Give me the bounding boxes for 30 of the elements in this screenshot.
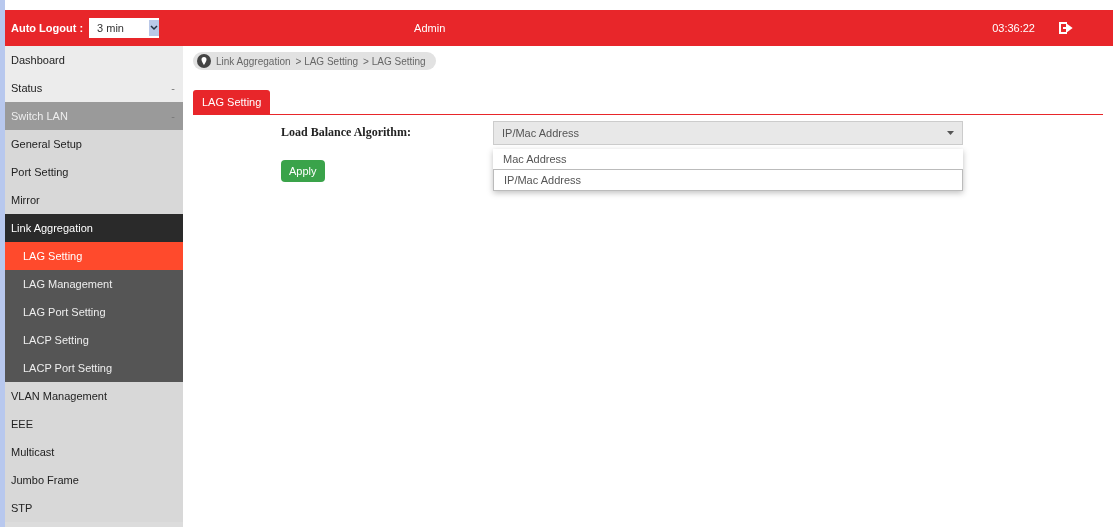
clock-time: 03:36:22 (992, 22, 1035, 34)
sidebar-item[interactable]: Port Setting (5, 158, 183, 186)
dropdown-option[interactable]: IP/Mac Address (493, 169, 963, 191)
breadcrumb-link[interactable]: > LAG Setting (295, 55, 359, 67)
sidebar-item[interactable]: Dashboard (5, 46, 183, 74)
sidebar-item[interactable]: LAG Port Setting (5, 298, 183, 326)
sidebar-item[interactable]: Status - (5, 74, 183, 102)
dropdown-option[interactable]: Mac Address (493, 149, 963, 169)
sidebar-item[interactable]: LACP Port Setting (5, 354, 183, 382)
breadcrumb-link[interactable]: Link Aggregation (216, 55, 291, 67)
sidebar-item[interactable]: LAG Management (5, 270, 183, 298)
location-pin-icon (197, 54, 211, 68)
sidebar-item[interactable]: Jumbo Frame (5, 466, 183, 494)
sidebar-item[interactable]: Link Aggregation (5, 214, 183, 242)
sidebar-item[interactable]: VLAN Management (5, 382, 183, 410)
field-label: Load Balance Algorithm: (281, 125, 411, 140)
sidebar-item[interactable]: EEE (5, 410, 183, 438)
dropdown-arrow-icon (947, 131, 954, 135)
sidebar-item[interactable]: General Setup (5, 130, 183, 158)
logout-icon[interactable] (1059, 22, 1073, 34)
user-name: Admin (414, 22, 447, 34)
sidebar-item[interactable]: LACP Setting (5, 326, 183, 354)
auto-logout-label: Auto Logout : (11, 22, 84, 34)
tab[interactable]: LAG Setting (193, 90, 271, 114)
breadcrumb-link[interactable]: > LAG Setting (363, 55, 426, 67)
algorithm-select[interactable]: IP/Mac Address (493, 121, 963, 145)
sidebar-item[interactable]: Multicast (5, 438, 183, 466)
auto-logout-select[interactable]: 3 min (89, 18, 160, 38)
sidebar-item[interactable]: Mirror (5, 186, 183, 214)
sidebar-item[interactable]: STP (5, 494, 183, 522)
